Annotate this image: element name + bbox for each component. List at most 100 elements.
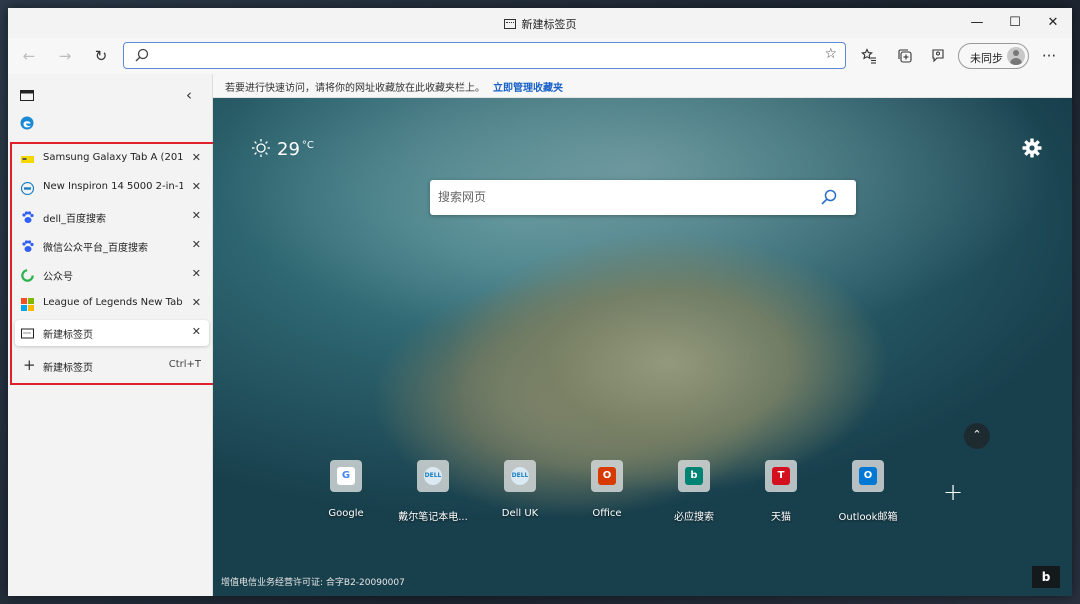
quick-link-tile: DELL — [417, 460, 449, 492]
search-icon — [135, 48, 149, 62]
dell-icon: DELL — [424, 467, 442, 485]
tab-title: Samsung Galaxy Tab A (2019) 8" — [43, 152, 183, 163]
quick-link-outlook[interactable]: O Outlook邮箱 — [828, 458, 908, 528]
tmall-icon: T — [772, 467, 790, 485]
edge-logo-icon — [20, 116, 34, 130]
close-tab-icon[interactable]: ✕ — [192, 325, 201, 338]
new-tab-shortcut: Ctrl+T — [168, 359, 201, 370]
window-title: 新建标签页 — [8, 16, 1072, 32]
bing-icon: b — [685, 467, 703, 485]
favorite-star-icon[interactable]: ☆ — [824, 46, 837, 62]
license-footer: 增值电信业务经营许可证: 合字B2-20090007 — [221, 578, 405, 588]
avatar — [1007, 47, 1025, 65]
tab-title: New Inspiron 14 5000 2-in-1 — [43, 181, 183, 192]
temperature-unit: °C — [301, 140, 314, 151]
tab-actions-icon[interactable] — [20, 90, 34, 101]
quick-link-bing[interactable]: b 必应搜索 — [654, 458, 734, 528]
quick-link-google[interactable]: G Google — [306, 458, 386, 528]
close-tab-icon[interactable]: ✕ — [192, 267, 201, 280]
settings-more-button[interactable]: ··· — [1036, 43, 1062, 69]
bing-logo-icon[interactable]: b — [1032, 566, 1060, 588]
window-title-text: 新建标签页 — [521, 18, 577, 31]
manage-favorites-link[interactable]: 立即管理收藏夹 — [493, 83, 563, 94]
search-icon[interactable] — [820, 188, 838, 206]
vertical-tabs-sidebar: ‹ Samsung Galaxy Tab A (2019) 8" ✕ New I… — [8, 74, 222, 596]
gear-icon[interactable] — [1022, 138, 1042, 158]
quick-link-label: 戴尔笔记本电... — [398, 512, 468, 523]
google-icon: G — [337, 467, 355, 485]
dell-icon: DELL — [511, 467, 529, 485]
microsoft-icon — [21, 298, 34, 311]
sidebar-tab[interactable]: New Inspiron 14 5000 2-in-1 ✕ — [15, 175, 209, 201]
minimize-button[interactable]: — — [958, 8, 996, 36]
tab-title: 新建标签页 — [43, 330, 93, 341]
favorites-hint-text: 若要进行快速访问，请将你的网址收藏放在此收藏夹栏上。 — [225, 83, 485, 94]
quick-link-tile: DELL — [504, 460, 536, 492]
green-swirl-icon — [21, 269, 34, 282]
quick-link-label: 必应搜索 — [674, 512, 714, 523]
sidebar-tab[interactable]: Samsung Galaxy Tab A (2019) 8" ✕ — [15, 146, 209, 172]
title-bar: 新建标签页 — ☐ ✕ — [8, 8, 1072, 38]
quick-link-label: 天猫 — [771, 512, 791, 523]
quick-link-dell-cn[interactable]: DELL 戴尔笔记本电... — [393, 458, 473, 528]
add-quick-link-button[interactable]: + — [943, 478, 963, 506]
quick-link-office[interactable]: O Office — [567, 458, 647, 528]
sidebar-tab[interactable]: 微信公众平台_百度搜索 ✕ — [15, 233, 209, 259]
office-icon: O — [598, 467, 616, 485]
quick-link-tile: O — [591, 460, 623, 492]
baidu-paw-icon — [22, 211, 34, 223]
maximize-button[interactable]: ☐ — [996, 8, 1034, 36]
scroll-up-button[interactable]: ⌃ — [964, 423, 990, 449]
quick-link-tile: O — [852, 460, 884, 492]
feedback-button[interactable] — [925, 43, 951, 69]
back-button[interactable]: ← — [16, 43, 42, 69]
collapse-sidebar-button[interactable]: ‹ — [186, 86, 192, 104]
new-tab-button[interactable]: + 新建标签页 Ctrl+T — [15, 353, 209, 379]
weather-widget[interactable]: 29 °C — [251, 138, 314, 160]
quick-link-tmall[interactable]: T 天猫 — [741, 458, 821, 528]
quick-link-dell-uk[interactable]: DELL Dell UK — [480, 458, 560, 528]
tab-title: League of Legends New Tab - Mi — [43, 297, 183, 308]
collections-icon — [898, 49, 912, 63]
navigation-toolbar: ← → ↻ ☆ 未同步 ··· — [8, 38, 1072, 74]
quick-link-tile: b — [678, 460, 710, 492]
new-tab-page: 29°C ⌃ G Goo — [213, 98, 1072, 596]
profile-sync-label: 未同步 — [970, 52, 1003, 65]
sidebar-tab-active[interactable]: 新建标签页 ✕ — [15, 320, 209, 346]
yellow-card-icon — [21, 156, 34, 163]
new-tab-label: 新建标签页 — [43, 363, 93, 374]
sidebar-tab[interactable]: dell_百度搜索 ✕ — [15, 204, 209, 230]
favorites-hint: 若要进行快速访问，请将你的网址收藏放在此收藏夹栏上。 立即管理收藏夹 — [225, 79, 563, 94]
tab-page-icon — [503, 19, 516, 29]
search-input[interactable] — [438, 187, 798, 207]
sidebar-tab[interactable]: 公众号 ✕ — [15, 262, 209, 288]
refresh-button[interactable]: ↻ — [88, 43, 114, 69]
quick-link-label: Dell UK — [501, 508, 539, 519]
quick-link-label: Outlook邮箱 — [838, 512, 898, 523]
close-tab-icon[interactable]: ✕ — [192, 151, 201, 164]
favorites-list-icon — [861, 48, 876, 64]
temperature: 29 — [277, 139, 300, 160]
profile-button[interactable]: 未同步 — [958, 43, 1029, 69]
favorites-button[interactable] — [856, 43, 882, 69]
close-tab-icon[interactable]: ✕ — [192, 209, 201, 222]
quick-link-label: Office — [592, 508, 622, 519]
close-tab-icon[interactable]: ✕ — [192, 180, 201, 193]
tab-title: 公众号 — [43, 272, 73, 283]
feedback-icon — [932, 49, 944, 63]
web-search-box[interactable] — [430, 180, 856, 215]
address-bar[interactable]: ☆ — [123, 42, 846, 69]
browser-window: 新建标签页 — ☐ ✕ ← → ↻ ☆ 未同步 ··· ‹ Samsung Ga… — [8, 8, 1072, 596]
newtab-icon — [21, 328, 34, 339]
tab-title: 微信公众平台_百度搜索 — [43, 243, 148, 254]
quick-link-tile: G — [330, 460, 362, 492]
plus-icon: + — [23, 356, 36, 374]
sun-icon — [252, 139, 270, 157]
forward-button[interactable]: → — [52, 43, 78, 69]
collections-button[interactable] — [892, 43, 918, 69]
sidebar-tab[interactable]: League of Legends New Tab - Mi ✕ — [15, 291, 209, 317]
close-window-button[interactable]: ✕ — [1034, 8, 1072, 36]
close-tab-icon[interactable]: ✕ — [192, 296, 201, 309]
dell-icon — [21, 182, 34, 195]
close-tab-icon[interactable]: ✕ — [192, 238, 201, 251]
